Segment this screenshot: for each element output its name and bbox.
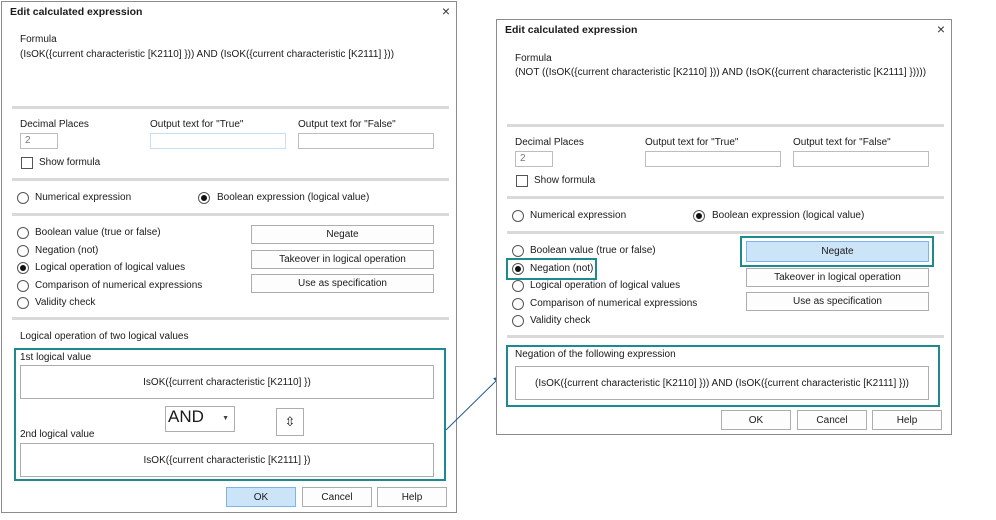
right-dialog: Edit calculated expression × Formula (NO… <box>496 19 952 435</box>
negation-label: Negation (not) <box>530 263 594 274</box>
separator <box>507 231 944 234</box>
logical-operation-label: Logical operation of logical values <box>35 262 186 273</box>
first-value-label: 1st logical value <box>20 352 92 363</box>
comparison-radio[interactable] <box>17 280 29 292</box>
output-false-field[interactable] <box>793 151 929 167</box>
operator-value: AND <box>168 407 204 426</box>
output-true-label: Output text for "True" <box>150 119 244 130</box>
boolean-expression-radio[interactable] <box>198 192 210 204</box>
use-as-specification-button[interactable]: Use as specification <box>251 274 434 293</box>
separator <box>12 178 449 181</box>
boolean-value-radio[interactable] <box>17 227 29 239</box>
show-formula-checkbox[interactable] <box>516 175 528 187</box>
close-icon[interactable]: × <box>442 3 450 19</box>
numerical-expression-label: Numerical expression <box>530 210 627 221</box>
section-title: Negation of the following expression <box>515 349 676 360</box>
validity-check-radio[interactable] <box>17 297 29 309</box>
show-formula-label: Show formula <box>39 157 101 168</box>
second-logical-value-box[interactable]: IsOK({current characteristic [K2111] }) <box>20 443 434 477</box>
dialog-title: Edit calculated expression <box>10 6 143 18</box>
cancel-button[interactable]: Cancel <box>302 487 372 507</box>
validity-check-label: Validity check <box>530 315 591 326</box>
negate-button[interactable]: Negate <box>746 241 929 262</box>
output-true-field[interactable] <box>645 151 781 167</box>
logical-operation-label: Logical operation of logical values <box>530 280 681 291</box>
first-logical-value-box[interactable]: IsOK({current characteristic [K2110] }) <box>20 365 434 399</box>
negation-radio[interactable] <box>512 263 524 275</box>
negation-radio[interactable] <box>17 245 29 257</box>
takeover-button[interactable]: Takeover in logical operation <box>746 268 929 287</box>
boolean-expression-label: Boolean expression (logical value) <box>217 192 370 203</box>
chevron-down-icon: ▼ <box>222 415 229 422</box>
use-as-specification-button[interactable]: Use as specification <box>746 292 929 311</box>
ok-button[interactable]: OK <box>226 487 296 507</box>
section-title: Logical operation of two logical values <box>20 331 189 342</box>
validity-check-radio[interactable] <box>512 315 524 327</box>
decimal-places-field[interactable]: 2 <box>515 151 553 167</box>
boolean-value-label: Boolean value (true or false) <box>530 245 656 256</box>
numerical-expression-radio[interactable] <box>512 210 524 222</box>
ok-button[interactable]: OK <box>721 410 791 430</box>
boolean-value-label: Boolean value (true or false) <box>35 227 161 238</box>
decimal-places-label: Decimal Places <box>515 137 584 148</box>
output-true-field[interactable] <box>150 133 286 149</box>
comparison-label: Comparison of numerical expressions <box>35 280 203 291</box>
comparison-label: Comparison of numerical expressions <box>530 298 698 309</box>
decimal-places-label: Decimal Places <box>20 119 89 130</box>
negate-button[interactable]: Negate <box>251 225 434 244</box>
output-false-label: Output text for "False" <box>793 137 891 148</box>
logical-operation-radio[interactable] <box>17 262 29 274</box>
validity-check-label: Validity check <box>35 297 96 308</box>
numerical-expression-label: Numerical expression <box>35 192 132 203</box>
cancel-button[interactable]: Cancel <box>797 410 867 430</box>
boolean-expression-label: Boolean expression (logical value) <box>712 210 865 221</box>
second-value-label: 2nd logical value <box>20 429 95 440</box>
close-icon[interactable]: × <box>937 21 945 37</box>
swap-icon[interactable]: ⇳ <box>276 408 304 436</box>
boolean-value-radio[interactable] <box>512 245 524 257</box>
formula-text: (NOT ((IsOK({current characteristic [K21… <box>515 67 927 78</box>
numerical-expression-radio[interactable] <box>17 192 29 204</box>
show-formula-label: Show formula <box>534 175 596 186</box>
separator <box>12 213 449 216</box>
takeover-button[interactable]: Takeover in logical operation <box>251 250 434 269</box>
operator-dropdown[interactable]: AND ▼ <box>165 406 235 432</box>
separator <box>507 196 944 199</box>
boolean-expression-radio[interactable] <box>693 210 705 222</box>
comparison-radio[interactable] <box>512 298 524 310</box>
output-false-field[interactable] <box>298 133 434 149</box>
show-formula-checkbox[interactable] <box>21 157 33 169</box>
help-button[interactable]: Help <box>872 410 942 430</box>
output-true-label: Output text for "True" <box>645 137 739 148</box>
decimal-places-field[interactable]: 2 <box>20 133 58 149</box>
output-false-label: Output text for "False" <box>298 119 396 130</box>
separator <box>12 106 449 109</box>
negation-label: Negation (not) <box>35 245 99 256</box>
negation-expression-box[interactable]: (IsOK({current characteristic [K2110] })… <box>515 366 929 400</box>
formula-text: (IsOK({current characteristic [K2110] })… <box>20 49 395 60</box>
formula-label: Formula <box>515 53 552 64</box>
logical-operation-radio[interactable] <box>512 280 524 292</box>
separator <box>507 124 944 127</box>
dialog-title: Edit calculated expression <box>505 24 638 36</box>
left-dialog: Edit calculated expression × Formula (Is… <box>1 1 457 513</box>
formula-label: Formula <box>20 34 57 45</box>
separator <box>12 317 449 320</box>
separator <box>507 335 944 338</box>
help-button[interactable]: Help <box>377 487 447 507</box>
